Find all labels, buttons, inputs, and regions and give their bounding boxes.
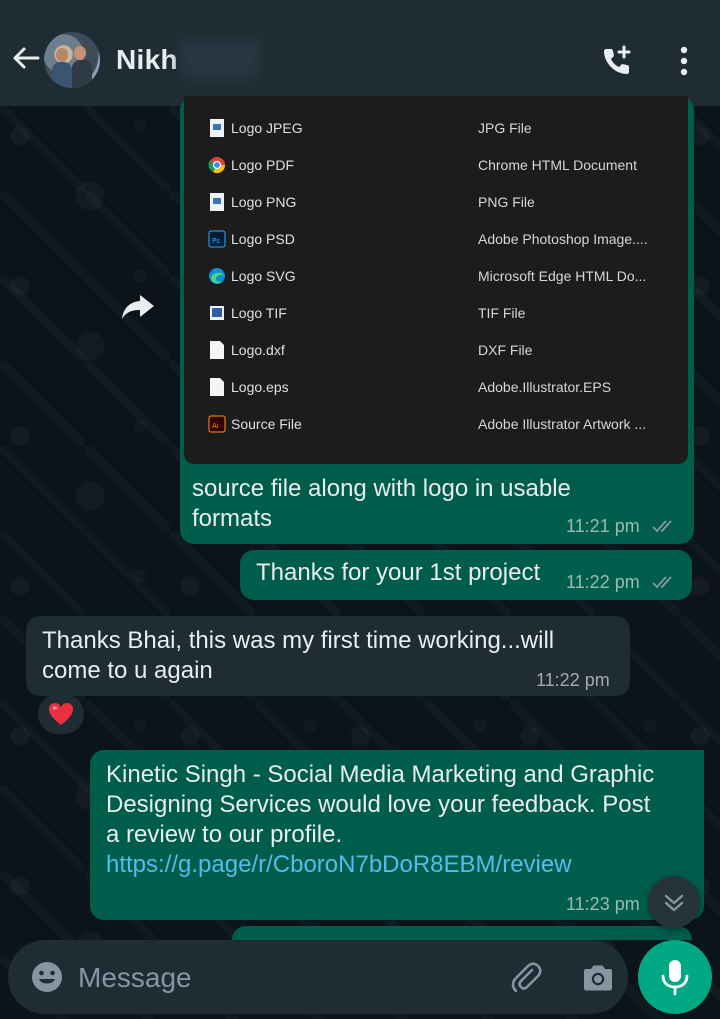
svg-text:Ps: Ps: [212, 237, 220, 245]
camera-icon[interactable]: [580, 960, 616, 996]
avatar[interactable]: [44, 32, 100, 88]
file-row: Ps Logo PSD Adobe Photoshop Image....: [184, 221, 688, 257]
message-text: Kinetic Singh - Social Media Marketing a…: [106, 760, 654, 880]
more-vert-icon[interactable]: [674, 44, 694, 78]
file-type: TIF File: [478, 305, 526, 321]
message-text: Thanks for your 1st project: [256, 559, 541, 586]
file-name: Logo PDF: [231, 157, 295, 173]
blank-file-icon: [210, 341, 224, 359]
read-ticks-icon: [652, 576, 672, 589]
file-row: Ai Source File Adobe Illustrator Artwork…: [184, 406, 688, 442]
message-line: a review to our profile.: [106, 821, 343, 848]
file-row: Logo TIF TIF File: [184, 295, 688, 331]
scroll-to-bottom-button[interactable]: [648, 876, 700, 928]
image-file-icon: [210, 306, 224, 320]
file-name: Source File: [231, 416, 302, 432]
file-name: Logo.eps: [231, 379, 289, 395]
file-row: Logo PNG PNG File: [184, 184, 688, 220]
mic-icon: [661, 960, 689, 996]
message-bubble-partial: [232, 926, 692, 940]
file-name: Logo PSD: [231, 231, 295, 247]
file-row: Logo PDF Chrome HTML Document: [184, 147, 688, 183]
image-file-icon: [210, 193, 224, 211]
file-type: DXF File: [478, 342, 533, 358]
chrome-icon: [208, 157, 226, 174]
message-line: Thanks Bhai, this was my first time work…: [42, 627, 555, 654]
read-ticks-icon: [652, 520, 672, 533]
paperclip-icon[interactable]: [508, 960, 544, 996]
arrow-left-icon[interactable]: [10, 42, 42, 74]
photoshop-icon: Ps: [208, 230, 226, 248]
edge-icon: [209, 268, 225, 284]
illustrator-icon: Ai: [208, 415, 226, 433]
message-time: 11:22 pm: [566, 572, 640, 592]
message-time: 11:21 pm: [566, 516, 640, 536]
file-type: Adobe.Illustrator.EPS: [478, 379, 612, 395]
file-type: Chrome HTML Document: [478, 157, 637, 173]
message-text: Thanks Bhai, this was my first time work…: [42, 626, 554, 686]
contact-name[interactable]: Nikh: [116, 44, 178, 76]
message-line: Kinetic Singh - Social Media Marketing a…: [106, 761, 655, 788]
file-name: Logo JPEG: [231, 120, 303, 136]
blank-file-icon: [210, 378, 224, 396]
message-line: come to u again: [42, 657, 213, 684]
emoji-icon[interactable]: [30, 960, 64, 994]
add-call-icon[interactable]: [600, 44, 634, 78]
file-row: Logo SVG Microsoft Edge HTML Do...: [184, 258, 688, 294]
double-chevron-down-icon: [664, 894, 684, 912]
file-type: Adobe Photoshop Image....: [478, 231, 648, 247]
message-text: source file along with logo in usable fo…: [192, 474, 571, 534]
reaction-badge[interactable]: [38, 694, 84, 734]
file-row: Logo.eps Adobe.Illustrator.EPS: [184, 369, 688, 405]
file-name: Logo.dxf: [231, 342, 285, 358]
redacted-name-blur: [180, 40, 260, 78]
message-line: formats: [192, 505, 273, 532]
svg-text:Ai: Ai: [212, 422, 219, 430]
file-type: JPG File: [478, 120, 532, 136]
file-type: Adobe Illustrator Artwork ...: [478, 416, 647, 432]
file-name: Logo TIF: [231, 305, 287, 321]
chat-header: Nikh: [0, 0, 720, 106]
message-time: 11:22 pm: [536, 670, 610, 690]
message-line: source file along with logo in usable: [192, 475, 571, 502]
message-time: 11:23 pm: [566, 894, 640, 914]
file-type: PNG File: [478, 194, 535, 210]
file-type: Microsoft Edge HTML Do...: [478, 268, 647, 284]
heart-icon: [49, 703, 73, 725]
review-link[interactable]: https://g.page/r/CboroN7bDoR8EBM/review: [106, 850, 654, 880]
message-input[interactable]: [76, 956, 460, 1000]
mic-button[interactable]: [638, 940, 712, 1014]
file-name: Logo PNG: [231, 194, 297, 210]
image-file-icon: [210, 119, 224, 137]
message-line: Designing Services would love your feedb…: [106, 791, 651, 818]
file-row: Logo.dxf DXF File: [184, 332, 688, 368]
file-list-image[interactable]: Logo JPEG JPG File Logo PDF Chrome HTML …: [184, 96, 688, 464]
forward-icon[interactable]: [120, 292, 156, 322]
file-name: Logo SVG: [231, 268, 296, 284]
file-row: Logo JPEG JPG File: [184, 110, 688, 146]
message-input-bar: [8, 940, 628, 1014]
